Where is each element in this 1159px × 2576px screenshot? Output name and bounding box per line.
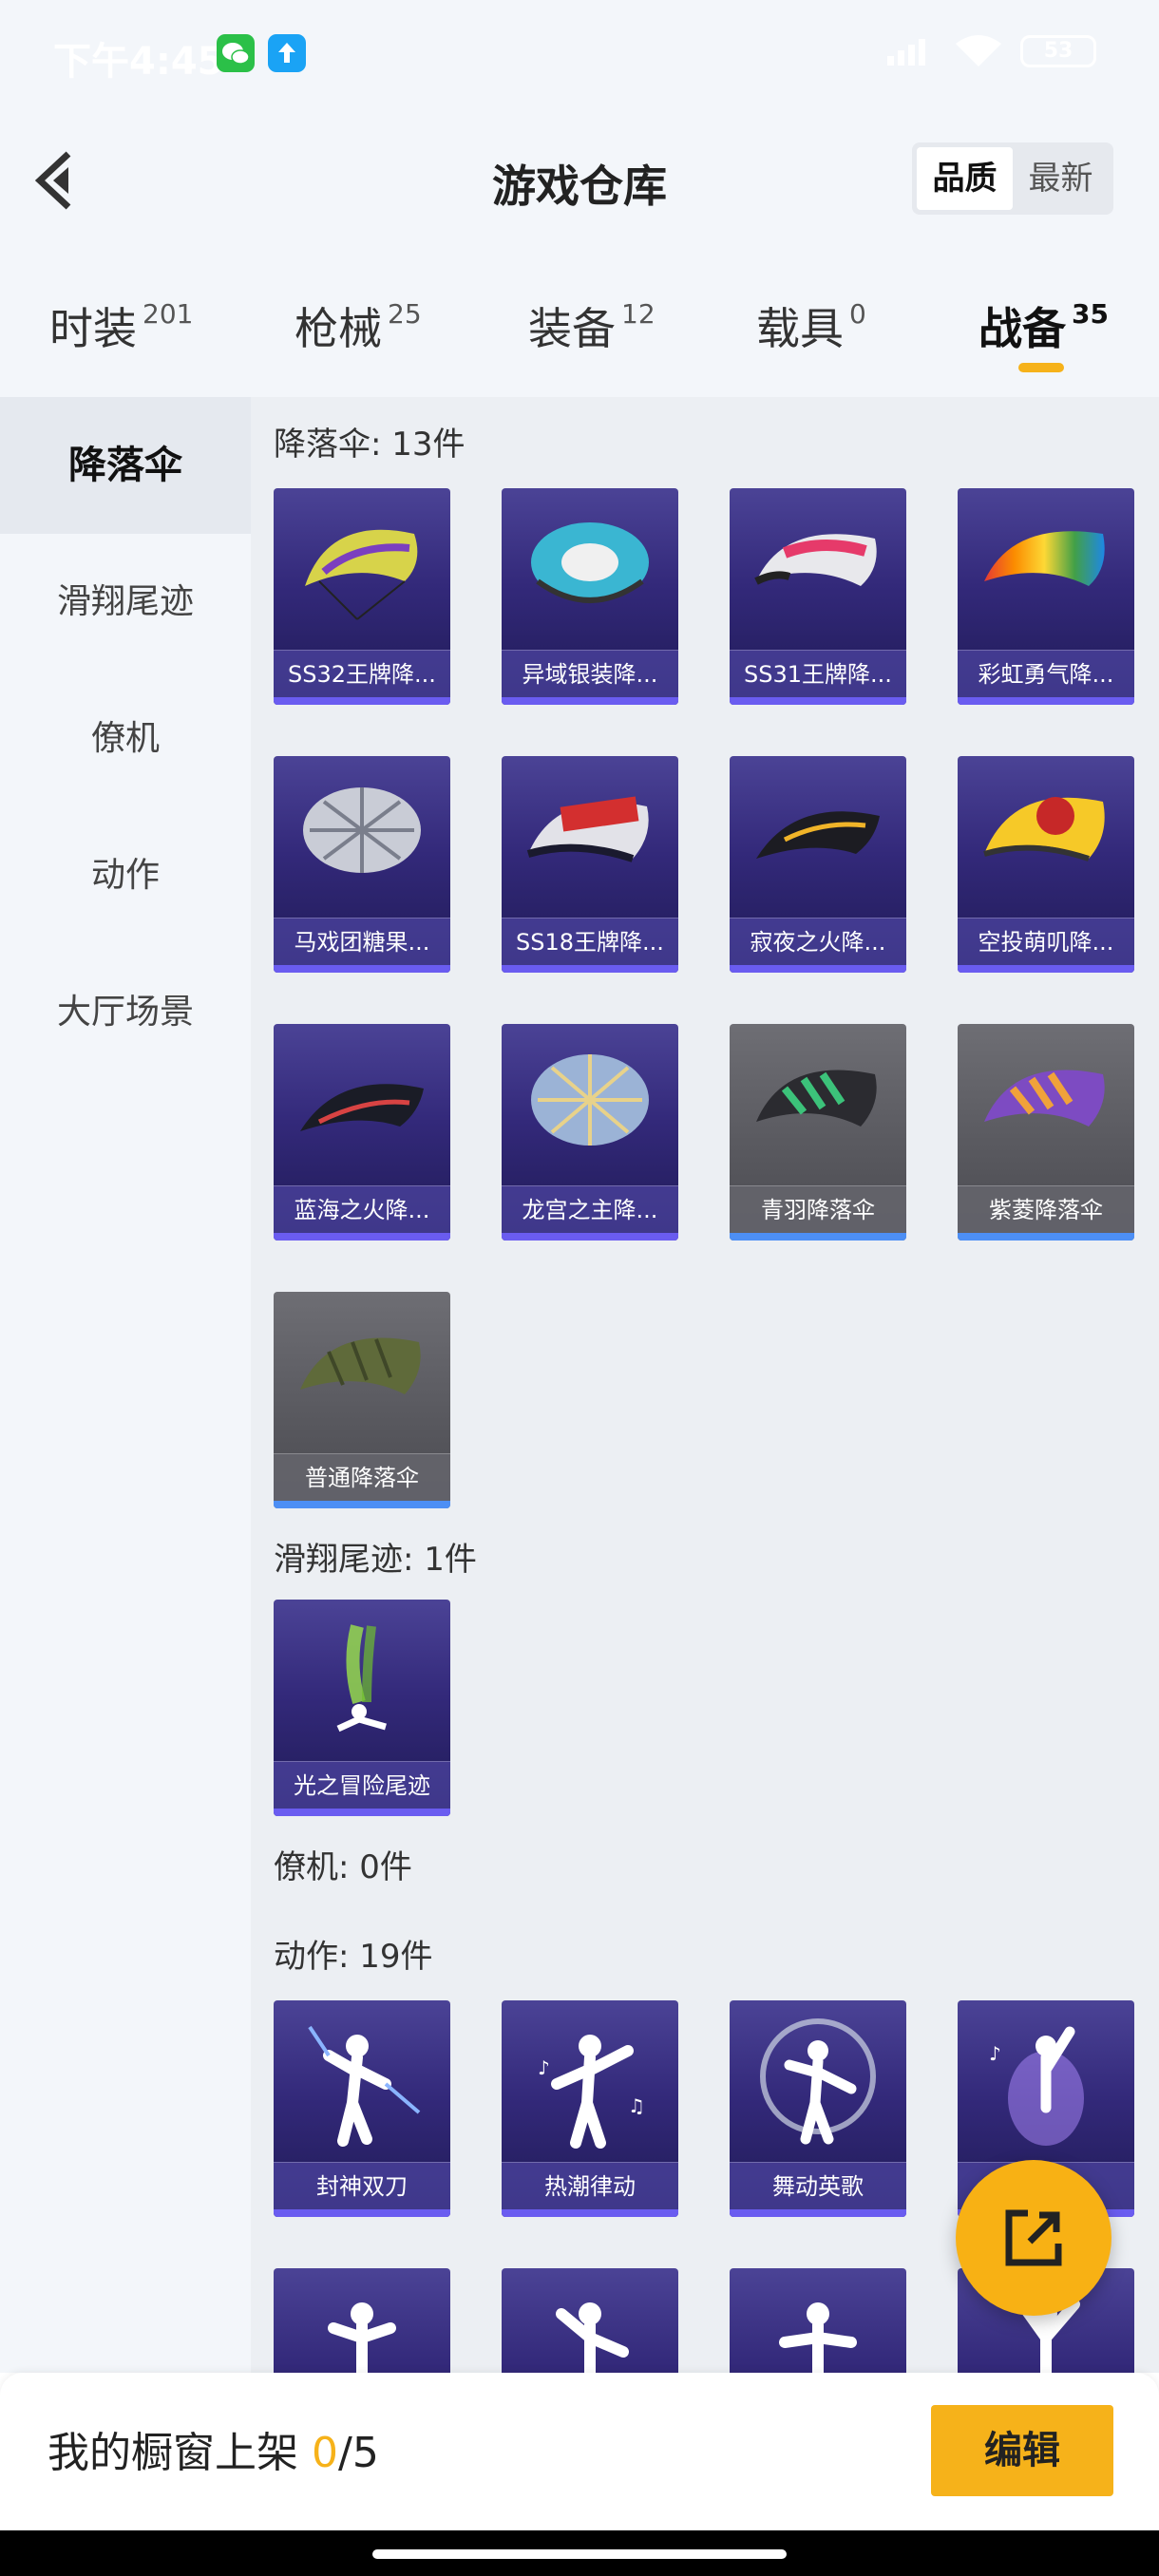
sidebar-item-emote[interactable]: 动作 [0, 807, 251, 944]
emote-figure-icon: ♪ [989, 2026, 1084, 2146]
item-card[interactable]: 马戏团糖果... [274, 756, 450, 973]
item-card[interactable]: 龙宫之主降... [502, 1024, 678, 1241]
parachute-icon [531, 522, 649, 603]
item-card[interactable]: 封神双刀 [274, 2000, 450, 2217]
parachute-icon [984, 1070, 1105, 1127]
emote-figure-icon: ♪♫ [538, 2035, 645, 2149]
svg-text:♪: ♪ [538, 2056, 550, 2079]
item-card[interactable]: 光之冒险尾迹 [274, 1600, 450, 1816]
tab-equipment[interactable]: 装备 12 [528, 294, 656, 357]
edit-button[interactable]: 编辑 [931, 2405, 1113, 2496]
sidebar: 降落伞 滑翔尾迹 僚机 动作 大厅场景 [0, 397, 251, 2373]
parachute-icon [756, 1070, 877, 1127]
item-card[interactable]: 空投萌叽降... [958, 756, 1134, 973]
wechat-icon [217, 34, 255, 72]
tab-guns[interactable]: 枪械 25 [294, 294, 422, 357]
share-button[interactable] [956, 2160, 1112, 2316]
section-title-emote: 动作: 19件 [274, 1938, 433, 1976]
item-card[interactable]: 异域银装降... [502, 488, 678, 705]
sort-toggle: 品质 最新 [912, 142, 1113, 215]
svg-text:♫: ♫ [628, 2094, 645, 2117]
bottom-bar: 我的橱窗上架 0/5 编辑 [0, 2373, 1159, 2530]
item-card[interactable]: 紫菱降落伞 [958, 1024, 1134, 1241]
section-title-wingman: 僚机: 0件 [274, 1848, 412, 1886]
emote-figure-icon [779, 2302, 857, 2373]
emote-figure-icon [328, 2302, 396, 2373]
status-time: 下午4:45 [53, 40, 224, 84]
showcase-shelf-status: 我的橱窗上架 0/5 [48, 2429, 379, 2477]
item-card[interactable] [502, 2268, 678, 2373]
category-tabs: 时装 201 枪械 25 装备 12 载具 0 战备 35 [0, 253, 1159, 397]
header: 游戏仓库 品质 最新 [0, 104, 1159, 253]
section-title-parachute: 降落伞: 13件 [274, 426, 466, 464]
item-card[interactable]: 蓝海之火降... [274, 1024, 450, 1241]
item-card[interactable]: 青羽降落伞 [730, 1024, 906, 1241]
item-card[interactable]: 寂夜之火降... [730, 756, 906, 973]
item-card[interactable]: SS31王牌降... [730, 488, 906, 705]
sidebar-item-wingman[interactable]: 僚机 [0, 671, 251, 807]
item-card[interactable]: 彩虹勇气降... [958, 488, 1134, 705]
item-card[interactable]: SS32王牌降... [274, 488, 450, 705]
sidebar-item-parachute[interactable]: 降落伞 [0, 397, 251, 534]
item-grid: 降落伞: 13件 SS32王牌降... 异域银装降... SS31王牌降... … [251, 397, 1159, 2373]
glide-trail-icon [336, 1624, 387, 1733]
item-card[interactable]: ♪ ♫ 热潮律动 [502, 2000, 678, 2217]
parachute-icon [984, 531, 1105, 586]
emote-figure-icon [760, 2018, 876, 2145]
parachute-icon [303, 787, 421, 873]
item-card[interactable]: SS18王牌降... [502, 756, 678, 973]
battery-icon: 53 [1020, 35, 1096, 67]
sort-by-newest[interactable]: 最新 [1013, 147, 1109, 210]
emote-figure-icon [308, 2025, 421, 2147]
parachute-icon [756, 811, 880, 859]
parachute-icon [305, 529, 418, 620]
item-card[interactable]: 舞动英歌 [730, 2000, 906, 2217]
wifi-icon [956, 35, 1001, 66]
item-card[interactable] [274, 2268, 450, 2373]
active-tab-indicator [1018, 363, 1064, 372]
signal-icon [887, 39, 925, 66]
parachute-icon [526, 796, 649, 862]
parachute-icon [983, 797, 1105, 862]
parachute-icon [754, 534, 877, 586]
parachute-icon [300, 1084, 424, 1131]
tab-supplies[interactable]: 战备 35 [978, 294, 1109, 357]
svg-text:♪: ♪ [989, 2042, 1001, 2065]
parachute-icon [531, 1054, 649, 1146]
status-bar: 下午4:45 53 [0, 0, 1159, 104]
parachute-icon [300, 1337, 421, 1394]
tab-outfits[interactable]: 时装 201 [49, 294, 193, 357]
tab-vehicles[interactable]: 载具 0 [756, 294, 866, 357]
section-title-trail: 滑翔尾迹: 1件 [274, 1541, 477, 1579]
upload-icon [268, 34, 306, 72]
home-indicator[interactable] [372, 2549, 787, 2559]
item-card[interactable] [730, 2268, 906, 2373]
item-card[interactable]: 普通降落伞 [274, 1292, 450, 1508]
sidebar-item-lobby-scene[interactable]: 大厅场景 [0, 944, 251, 1081]
share-icon [1005, 2209, 1062, 2266]
system-nav-area [0, 2530, 1159, 2576]
sidebar-item-glide-trail[interactable]: 滑翔尾迹 [0, 534, 251, 671]
emote-figure-icon [556, 2302, 629, 2373]
sort-by-quality[interactable]: 品质 [917, 147, 1013, 210]
